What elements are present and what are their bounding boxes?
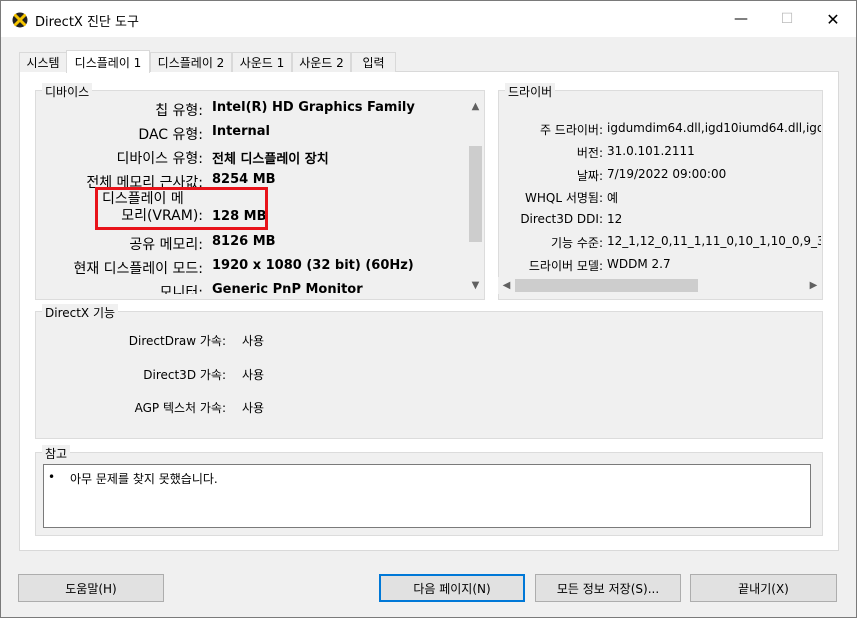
shared-memory-value: 8126 MB xyxy=(212,234,276,249)
device-row-monitor-clip: 모니터: Generic PnP Monitor xyxy=(38,277,466,294)
next-page-button[interactable]: 다음 페이지(N) xyxy=(379,574,525,602)
minimize-button[interactable]: — xyxy=(718,1,764,37)
feature-levels-label: 기능 수준: xyxy=(550,236,603,250)
monitor-value: Generic PnP Monitor xyxy=(212,282,363,294)
device-row-shared-memory: 공유 메모리: 8126 MB xyxy=(38,234,276,254)
scroll-right-icon[interactable]: ▶ xyxy=(805,277,822,294)
version-value: 31.0.101.2111 xyxy=(607,144,695,158)
scroll-left-icon[interactable]: ◀ xyxy=(498,277,515,294)
main-driver-label: 주 드라이버: xyxy=(539,123,603,137)
notes-textbox[interactable]: • 아무 문제를 찾지 못했습니다. xyxy=(43,464,811,528)
device-row-device-type: 디바이스 유형: 전체 디스플레이 장치 xyxy=(38,148,329,168)
device-type-label: 디바이스 유형: xyxy=(116,151,203,167)
driver-row-whql: WHQL 서명됨: 예 xyxy=(499,189,618,206)
driver-row-date: 날짜: 7/19/2022 09:00:00 xyxy=(499,167,726,184)
agp-label: AGP 텍스처 가속: xyxy=(134,401,226,415)
driver-model-label: 드라이버 모델: xyxy=(528,259,603,273)
drivers-group-title: 드라이버 xyxy=(505,83,556,100)
maximize-button[interactable]: ☐ xyxy=(764,1,810,37)
driver-row-feature-levels: 기능 수준: 12_1,12_0,11_1,11_0,10_1,10_0,9_3… xyxy=(499,234,821,251)
device-type-value: 전체 디스플레이 장치 xyxy=(212,152,329,167)
agp-value: 사용 xyxy=(242,401,265,415)
driver-row-ddi: Direct3D DDI: 12 xyxy=(499,212,622,226)
tab-sound-1[interactable]: 사운드 1 xyxy=(232,52,292,72)
whql-value: 예 xyxy=(607,191,619,205)
direct3d-label: Direct3D 가속: xyxy=(143,368,226,382)
directdraw-value: 사용 xyxy=(242,334,265,348)
device-row-monitor: 모니터: Generic PnP Monitor xyxy=(38,282,363,294)
dxdiag-window: DirectX 진단 도구 — ☐ ✕ 시스템 디스플레이 1 디스플레이 2 … xyxy=(0,0,857,618)
note-bullet: • xyxy=(48,470,56,484)
driver-row-model: 드라이버 모델: WDDM 2.7 xyxy=(499,257,671,274)
directdraw-label: DirectDraw 가속: xyxy=(128,334,226,348)
driver-row-version: 버전: 31.0.101.2111 xyxy=(499,144,695,161)
dx-row-agp: AGP 텍스처 가속: 사용 xyxy=(36,399,265,416)
note-text: 아무 문제를 찾지 못했습니다. xyxy=(70,472,218,486)
dx-row-directdraw: DirectDraw 가속: 사용 xyxy=(36,332,264,349)
scroll-up-icon[interactable]: ▲ xyxy=(467,98,484,115)
close-button[interactable]: ✕ xyxy=(810,1,856,37)
tab-display-2[interactable]: 디스플레이 2 xyxy=(150,52,232,72)
drivers-horizontal-scrollbar[interactable]: ◀ ▶ xyxy=(498,277,822,294)
ddi-value: 12 xyxy=(607,212,623,226)
tab-input[interactable]: 입력 xyxy=(351,52,396,72)
date-label: 날짜: xyxy=(576,169,603,183)
title-bar[interactable]: DirectX 진단 도구 — ☐ ✕ xyxy=(1,1,856,37)
main-driver-value: igdumdim64.dll,igd10iumd64.dll,igd10i xyxy=(607,121,821,135)
monitor-label: 모니터: xyxy=(159,285,203,294)
display-mode-value: 1920 x 1080 (32 bit) (60Hz) xyxy=(212,258,414,273)
save-all-info-button[interactable]: 모든 정보 저장(S)... xyxy=(535,574,681,602)
ddi-label: Direct3D DDI: xyxy=(520,212,603,226)
driver-row-main: 주 드라이버: igdumdim64.dll,igd10iumd64.dll,i… xyxy=(499,121,821,138)
exit-button[interactable]: 끝내기(X) xyxy=(690,574,837,602)
driver-model-value: WDDM 2.7 xyxy=(607,257,671,271)
scroll-thumb[interactable] xyxy=(515,279,698,292)
directx-icon xyxy=(12,12,28,28)
device-vertical-scrollbar[interactable]: ▲ ▼ xyxy=(467,98,484,294)
notes-group-title: 참고 xyxy=(42,445,71,462)
shared-memory-label: 공유 메모리: xyxy=(129,237,203,253)
device-row-display-mode: 현재 디스플레이 모드: 1920 x 1080 (32 bit) (60Hz) xyxy=(38,258,414,278)
vram-highlight-box xyxy=(95,187,268,230)
note-item: • 아무 문제를 찾지 못했습니다. xyxy=(48,470,218,487)
device-row-dac-type: DAC 유형: Internal xyxy=(38,124,270,144)
chip-type-value: Intel(R) HD Graphics Family xyxy=(212,100,415,115)
tab-display-1[interactable]: 디스플레이 1 xyxy=(66,50,150,73)
directx-features-title: DirectX 기능 xyxy=(42,304,119,321)
tab-sound-2[interactable]: 사운드 2 xyxy=(292,52,351,72)
chip-type-label: 칩 유형: xyxy=(155,103,203,119)
direct3d-value: 사용 xyxy=(242,368,265,382)
help-button[interactable]: 도움말(H) xyxy=(18,574,164,602)
drivers-content: 주 드라이버: igdumdim64.dll,igd10iumd64.dll,i… xyxy=(499,113,821,275)
dac-type-value: Internal xyxy=(212,124,271,139)
scroll-thumb[interactable] xyxy=(469,146,482,242)
whql-label: WHQL 서명됨: xyxy=(525,191,603,205)
display-mode-label: 현재 디스플레이 모드: xyxy=(73,261,203,277)
device-row-chip-type: 칩 유형: Intel(R) HD Graphics Family xyxy=(38,100,415,120)
dx-row-direct3d: Direct3D 가속: 사용 xyxy=(36,366,264,383)
device-group-title: 디바이스 xyxy=(42,83,93,100)
dac-type-label: DAC 유형: xyxy=(138,127,203,143)
scroll-down-icon[interactable]: ▼ xyxy=(467,277,484,294)
window-title: DirectX 진단 도구 xyxy=(35,15,139,30)
tab-system[interactable]: 시스템 xyxy=(19,52,67,72)
version-label: 버전: xyxy=(576,146,603,160)
feature-levels-value: 12_1,12_0,11_1,11_0,10_1,10_0,9_3,9_2 xyxy=(607,234,821,248)
date-value: 7/19/2022 09:00:00 xyxy=(607,167,727,181)
